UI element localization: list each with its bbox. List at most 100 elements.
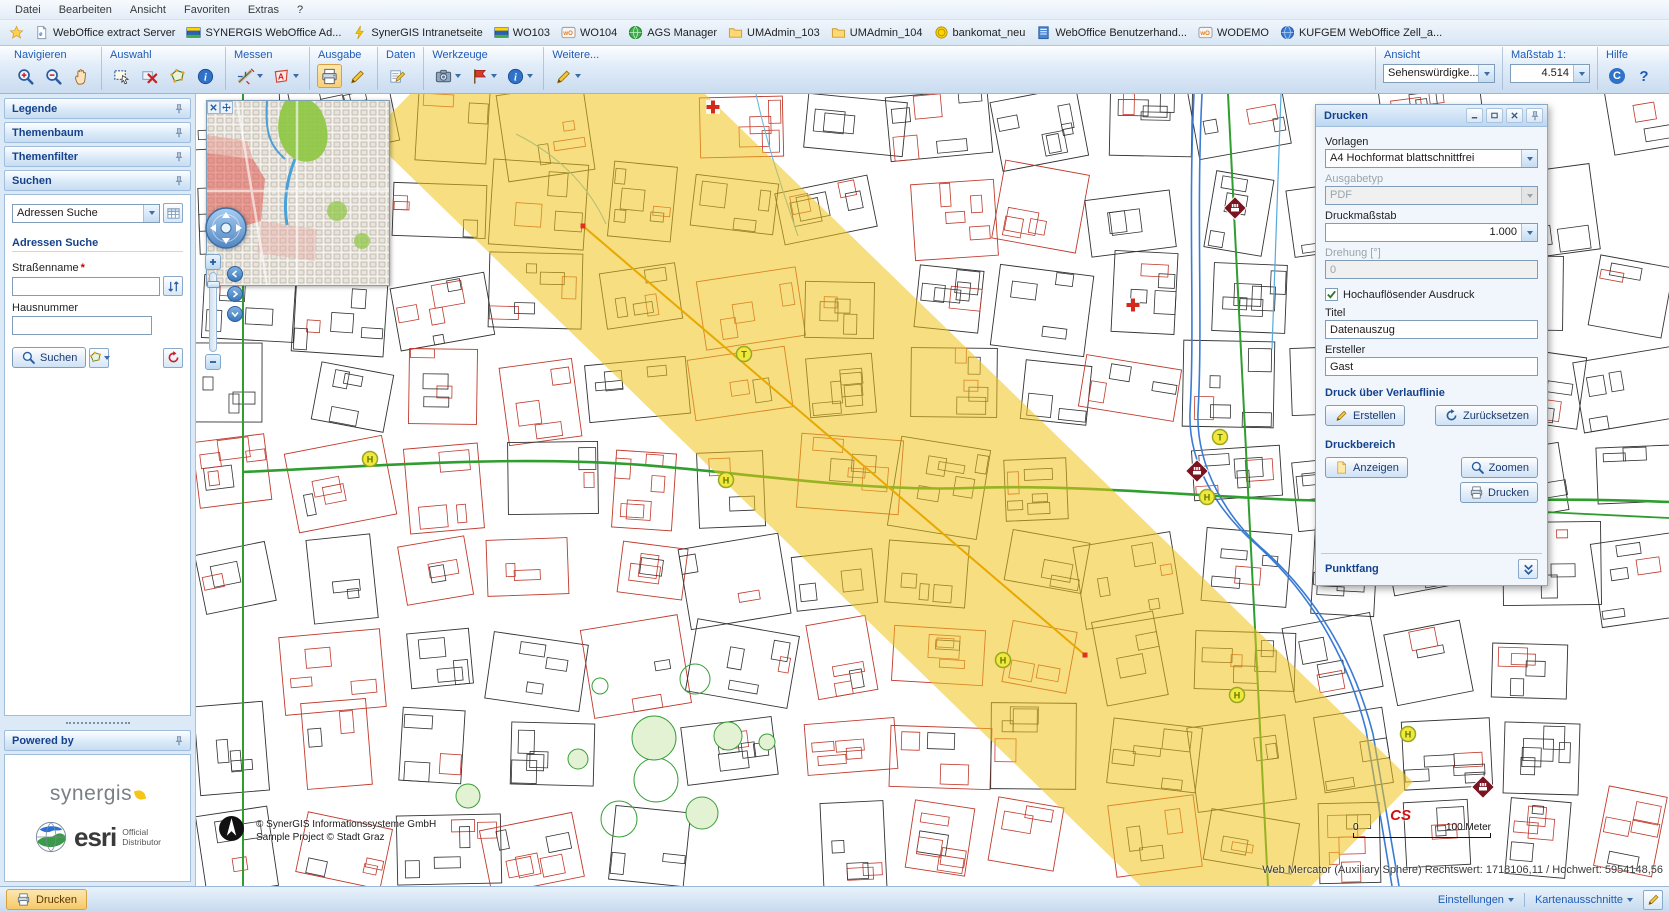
select-polygon-button[interactable]	[165, 64, 190, 88]
clear-selection-button[interactable]	[137, 64, 162, 88]
table-icon	[166, 206, 181, 221]
panel-header-suchen[interactable]: Suchen	[4, 170, 191, 191]
edit-data-button[interactable]	[385, 64, 410, 88]
restore-button[interactable]	[1486, 108, 1503, 123]
favorite-link[interactable]: bankomat_neu	[929, 23, 1031, 42]
pin-icon[interactable]	[173, 151, 185, 163]
chevron-down-icon[interactable]	[1521, 150, 1537, 167]
favorite-link[interactable]: AGS Manager	[623, 23, 722, 42]
pin-icon[interactable]	[173, 735, 185, 747]
zoom-out-button[interactable]	[41, 64, 66, 88]
identify-button[interactable]	[193, 64, 218, 88]
street-name-input[interactable]	[12, 277, 160, 296]
street-sort-button[interactable]	[163, 276, 183, 296]
panel-header-themenfilter[interactable]: Themenfilter	[4, 146, 191, 167]
panel-header-powered-by[interactable]: Powered by	[4, 730, 191, 751]
house-number-input[interactable]	[12, 316, 152, 335]
favorite-link[interactable]: WebOffice Benutzerhand...	[1031, 23, 1192, 42]
measure-distance-button[interactable]	[233, 64, 266, 88]
menu-bearbeiten[interactable]: Bearbeiten	[50, 2, 121, 18]
pin-button[interactable]	[1526, 108, 1543, 123]
next-extent-button[interactable]	[227, 286, 243, 302]
sidebar-resize-handle[interactable]	[4, 719, 191, 727]
ersteller-input[interactable]	[1325, 357, 1538, 376]
minimize-button[interactable]	[1466, 108, 1483, 123]
pin-icon[interactable]	[173, 103, 185, 115]
more-tools-button[interactable]	[551, 64, 584, 88]
full-extent-button[interactable]	[227, 306, 243, 322]
page-icon	[34, 25, 49, 40]
favorite-link[interactable]: SynerGIS Intranetseite	[347, 23, 487, 42]
search-button[interactable]: Suchen	[12, 347, 86, 368]
favorite-link[interactable]: UMAdmin_103	[723, 23, 825, 42]
titel-input[interactable]	[1325, 320, 1538, 339]
favorite-link[interactable]: SYNERGIS WebOffice Ad...	[181, 23, 346, 42]
print-tool-button[interactable]	[317, 64, 342, 88]
line-endpoint[interactable]	[581, 224, 586, 229]
chevron-down-icon[interactable]	[1521, 224, 1537, 241]
redline-tool-button[interactable]	[345, 64, 370, 88]
chevron-down-icon[interactable]	[1478, 65, 1494, 82]
favorite-link[interactable]: KUFGEM WebOffice Zell_a...	[1275, 23, 1447, 42]
drucken-button[interactable]: Drucken	[1460, 482, 1538, 503]
menu-favoriten[interactable]: Favoriten	[175, 2, 239, 18]
zoom-slider-handle[interactable]	[207, 281, 220, 288]
overview-move-button[interactable]	[220, 101, 233, 114]
zuruecksetzen-button[interactable]: Zurücksetzen	[1435, 405, 1538, 426]
help-button[interactable]: ?	[1632, 64, 1656, 88]
marker-tool-button[interactable]	[467, 64, 500, 88]
menu-ansicht[interactable]: Ansicht	[121, 2, 175, 18]
add-favorite-button[interactable]	[4, 23, 28, 43]
druckmassstab-select[interactable]: 1.000	[1325, 223, 1538, 242]
line-endpoint[interactable]	[1083, 653, 1088, 658]
screenshot-tool-button[interactable]	[431, 64, 464, 88]
pin-icon[interactable]	[173, 127, 185, 139]
ansicht-select[interactable]: Sehenswürdigke...	[1383, 64, 1495, 83]
zoom-slider-minus-button[interactable]	[205, 354, 221, 370]
favorite-link[interactable]: WO103	[489, 23, 555, 42]
pan-button[interactable]	[69, 64, 94, 88]
erstellen-button[interactable]: Erstellen	[1325, 405, 1405, 426]
copyright-button[interactable]: C	[1605, 64, 1629, 88]
close-button[interactable]	[1506, 108, 1523, 123]
chevron-down-icon[interactable]	[143, 205, 159, 222]
einstellungen-menu[interactable]: Einstellungen	[1438, 894, 1514, 906]
print-panel-titlebar[interactable]: Drucken	[1316, 105, 1547, 127]
zoom-in-button[interactable]	[13, 64, 38, 88]
zoom-slider-plus-button[interactable]	[205, 254, 221, 270]
overview-map[interactable]	[206, 100, 390, 286]
menu-hilfe[interactable]: ?	[288, 2, 312, 18]
kartenausschnitte-menu[interactable]: Kartenausschnitte	[1535, 894, 1633, 906]
printer-icon	[1469, 485, 1484, 500]
measure-area-button[interactable]	[269, 64, 302, 88]
pan-control[interactable]	[204, 206, 248, 250]
favorite-link[interactable]: WO104	[556, 23, 622, 42]
massstab-combo[interactable]: 4.514	[1510, 64, 1590, 83]
pin-icon[interactable]	[173, 175, 185, 187]
previous-extent-button[interactable]	[227, 266, 243, 282]
zoomen-button[interactable]: Zoomen	[1461, 457, 1538, 478]
checkbox-checked-icon[interactable]	[1325, 288, 1338, 301]
chevron-down-icon[interactable]	[1573, 65, 1589, 82]
favorite-link[interactable]: WODEMO	[1193, 23, 1274, 42]
favorite-link[interactable]: UMAdmin_104	[826, 23, 928, 42]
menu-datei[interactable]: Datei	[6, 2, 50, 18]
search-reset-button[interactable]	[163, 348, 183, 368]
panel-header-themenbaum[interactable]: Themenbaum	[4, 122, 191, 143]
drucken-taskbar-tab[interactable]: Drucken	[6, 889, 87, 910]
zoom-slider[interactable]	[209, 272, 217, 352]
anzeigen-button[interactable]: Anzeigen	[1325, 457, 1408, 478]
menu-extras[interactable]: Extras	[239, 2, 288, 18]
favorite-link[interactable]: WebOffice extract Server	[29, 23, 180, 42]
search-type-select[interactable]: Adressen Suche	[12, 204, 160, 223]
overview-close-button[interactable]	[207, 101, 220, 114]
select-features-button[interactable]	[109, 64, 134, 88]
vorlagen-select[interactable]: A4 Hochformat blattschnittfrei	[1325, 149, 1538, 168]
punktfang-expand-button[interactable]	[1518, 559, 1538, 579]
edit-map-button[interactable]	[1643, 890, 1663, 910]
search-result-table-button[interactable]	[163, 203, 183, 223]
panel-header-legende[interactable]: Legende	[4, 98, 191, 119]
search-options-button[interactable]	[89, 348, 109, 368]
info-tool-button[interactable]	[503, 64, 536, 88]
hochaufloesend-checkbox[interactable]: Hochauflösender Ausdruck	[1325, 288, 1538, 301]
